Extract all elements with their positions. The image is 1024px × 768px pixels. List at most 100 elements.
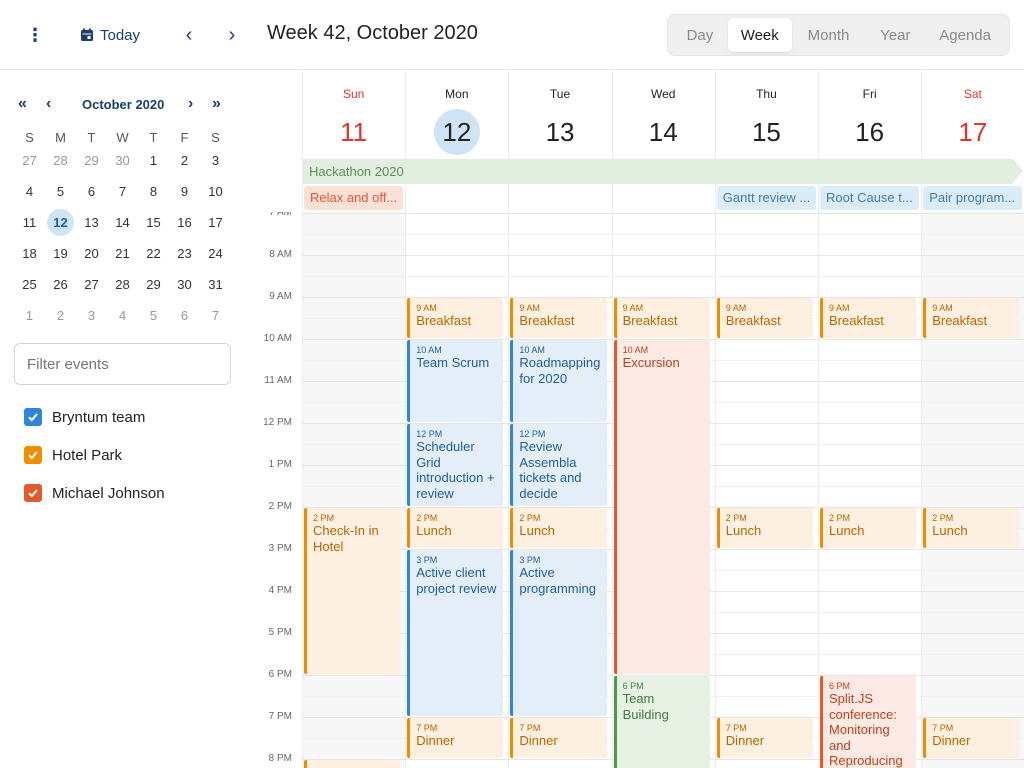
mini-calendar-week: 4 5 6 7 8 9 10 [14, 176, 231, 207]
event-name: Scheduler Grid introduction + review [416, 439, 495, 501]
event-name: Breakfast [725, 313, 781, 328]
event-time: 12 PM [416, 429, 443, 439]
view-year-button[interactable]: Year [865, 18, 925, 52]
mini-calendar-day[interactable]: 7 [107, 184, 138, 199]
mini-calendar-day[interactable]: 1 [138, 153, 169, 168]
more-vertical-icon[interactable]: ⋮ [22, 22, 48, 48]
mini-calendar-day[interactable]: 6 [76, 184, 107, 199]
view-week-button[interactable]: Week [727, 18, 792, 52]
calendar-event[interactable]: 2 PM Lunch [923, 508, 1020, 548]
mini-calendar-day[interactable]: 10 [200, 184, 231, 199]
mini-calendar-day[interactable]: 2 [169, 153, 200, 168]
day-header[interactable]: Mon 12 [405, 71, 508, 157]
chevron-right-icon[interactable]: › [219, 22, 245, 48]
calendar-event[interactable]: 12 PM Scheduler Grid introduction + revie… [407, 424, 504, 506]
calendar-event[interactable]: 7 PM Dinner [923, 718, 1020, 758]
event-name: Active programming [519, 565, 596, 596]
mini-calendar-day[interactable]: 27 [14, 153, 45, 168]
time-label: 3 PM [268, 543, 292, 554]
mini-calendar-day[interactable]: 30 [107, 153, 138, 168]
calendar-event[interactable]: 6 PM Team Building [613, 676, 710, 768]
all-day-event-hackathon[interactable]: Hackathon 2020 [303, 159, 1023, 184]
calendar-event[interactable]: 6 PM Split.JS conference: Monitoring and … [820, 676, 917, 768]
calendar-event[interactable]: 9 AM Breakfast [716, 298, 813, 338]
time-label: 9 AM [269, 291, 292, 302]
calendar-event[interactable]: 7 PM Dinner [716, 718, 813, 758]
day-header[interactable]: Sun 11 [302, 71, 405, 157]
weekday-label: W [116, 129, 129, 145]
event-time: 6 PM [622, 681, 644, 691]
view-day-button[interactable]: Day [672, 18, 728, 52]
chevron-right-icon[interactable]: › [188, 95, 193, 113]
calendar-event[interactable]: 2 PM Check-In in Hotel [304, 508, 401, 674]
all-day-event[interactable]: Root Cause t... [820, 186, 920, 210]
double-chevron-right-icon[interactable]: » [212, 95, 221, 113]
event-name: Dinner [416, 733, 455, 748]
toolbar: ⋮ Today ‹ › Week 42, October 2020 Day We… [0, 0, 1024, 70]
time-label: 1 PM [268, 459, 292, 470]
all-day-event[interactable]: Pair program... [923, 186, 1023, 210]
event-time: 7 PM [725, 723, 747, 733]
mini-calendar-day[interactable]: 3 [200, 153, 231, 168]
event-name: Lunch [519, 523, 555, 538]
day-header[interactable]: Tue 13 [508, 71, 611, 157]
event-time: 2 PM [829, 513, 851, 523]
mini-calendar-day[interactable]: 5 [45, 184, 76, 199]
calendar-event[interactable]: 3 PM Active client project review [407, 550, 504, 716]
event-time: 9 AM [416, 303, 437, 313]
calendar-event[interactable]: 3 PM Active programming [510, 550, 607, 716]
event-name: Roadmapping for 2020 [519, 355, 601, 386]
calendar-event[interactable]: 9 AM Breakfast [820, 298, 917, 338]
view-month-button[interactable]: Month [792, 18, 866, 52]
view-agenda-button[interactable]: Agenda [925, 18, 1005, 52]
mini-calendar-day[interactable]: 8 [138, 184, 169, 199]
day-name: Wed [651, 87, 676, 101]
calendar-event[interactable]: 10 AM Excursion [613, 340, 710, 674]
mini-calendar-day[interactable]: 28 [45, 153, 76, 168]
calendar-event[interactable]: 2 PM Lunch [407, 508, 504, 548]
calendar-event[interactable]: 9 AM Breakfast [510, 298, 607, 338]
event-name: Breakfast [416, 313, 472, 328]
time-label: 10 AM [263, 333, 292, 344]
double-chevron-left-icon[interactable]: « [18, 95, 27, 113]
calendar-event[interactable]: 10 AM Team Scrum [407, 340, 504, 422]
chevron-left-icon[interactable]: ‹ [176, 22, 202, 48]
calendar-event[interactable]: 9 AM Breakfast [613, 298, 710, 338]
all-day-event[interactable]: Relax and off... [304, 186, 404, 210]
weekday-label: T [149, 129, 158, 145]
calendar-event[interactable]: 7 PM Dinner [407, 718, 504, 758]
hour-line [302, 213, 1024, 214]
calendar-event[interactable] [304, 760, 401, 768]
event-time: 10 AM [519, 345, 545, 355]
calendar-event[interactable]: 2 PM Lunch [510, 508, 607, 548]
calendar-event[interactable]: 2 PM Lunch [716, 508, 813, 548]
day-date: 15 [751, 117, 781, 147]
calendar-event[interactable]: 9 AM Breakfast [923, 298, 1020, 338]
all-day-event[interactable]: Gantt review ... [716, 186, 816, 210]
time-label: 7 PM [268, 711, 292, 722]
chevron-left-icon[interactable]: ‹ [46, 95, 51, 113]
mini-calendar-day[interactable]: 29 [76, 153, 107, 168]
day-name: Thu [756, 87, 777, 101]
calendar-event[interactable]: 2 PM Lunch [820, 508, 917, 548]
event-time: 9 AM [932, 303, 953, 313]
weekday-label: M [55, 129, 66, 145]
day-header[interactable]: Fri 16 [818, 71, 921, 157]
mini-calendar-day[interactable]: 9 [169, 184, 200, 199]
mini-calendar-day[interactable]: 4 [14, 184, 45, 199]
time-label: 11 AM [264, 375, 292, 386]
calendar-event[interactable]: 9 AM Breakfast [407, 298, 504, 338]
time-label: 8 AM [269, 249, 292, 260]
calendar-event[interactable]: 10 AM Roadmapping for 2020 [510, 340, 607, 422]
day-header[interactable]: Wed 14 [612, 71, 715, 157]
day-header[interactable]: Sat 17 [921, 71, 1024, 157]
calendar-event[interactable]: 12 PM Review Assembla tickets and decide [510, 424, 607, 506]
mini-calendar-weekday-row: SMTWTFS [14, 129, 231, 145]
day-header[interactable]: Thu 15 [715, 71, 818, 157]
event-name: Review Assembla tickets and decide [519, 439, 582, 501]
event-time: 2 PM [416, 513, 438, 523]
today-button[interactable]: Today [80, 22, 140, 48]
calendar-event[interactable]: 7 PM Dinner [510, 718, 607, 758]
time-label: 7 AM [269, 212, 292, 218]
day-date: 14 [648, 117, 678, 147]
